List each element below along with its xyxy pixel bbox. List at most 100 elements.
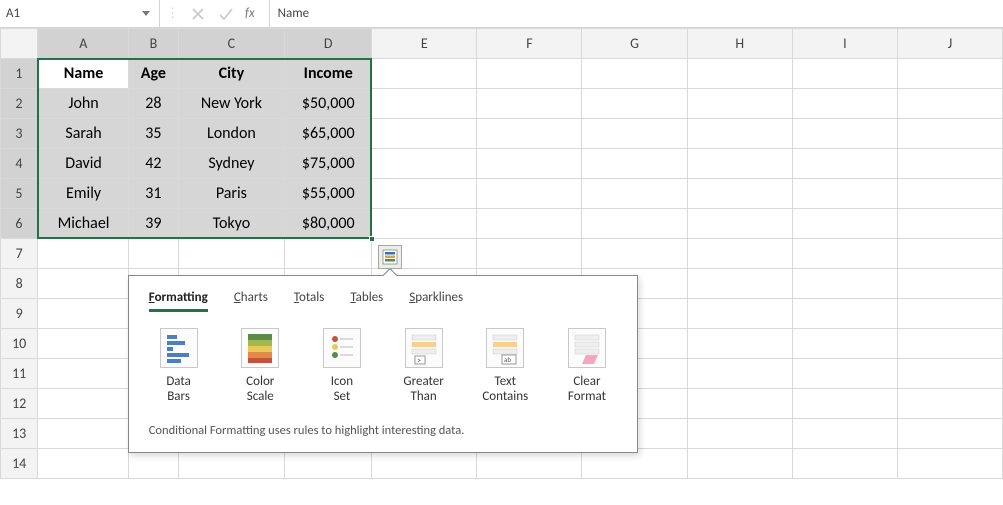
cell-B5[interactable]: 31 [129,179,178,209]
cell-A14[interactable] [38,449,129,479]
cell-A10[interactable] [38,329,129,359]
cell-I11[interactable] [792,359,897,389]
cell-C5[interactable]: Paris [178,179,285,209]
cell-J7[interactable] [897,239,1002,269]
row-header-4[interactable]: 4 [1,149,38,179]
cell-H6[interactable] [687,209,792,239]
cell-F4[interactable] [477,149,582,179]
cell-J3[interactable] [897,119,1002,149]
cell-I4[interactable] [792,149,897,179]
cell-H2[interactable] [687,89,792,119]
cell-F2[interactable] [477,89,582,119]
qa-option-greater-than[interactable]: >GreaterThan [394,328,454,405]
cell-D5[interactable]: $55,000 [285,179,372,209]
cell-D7[interactable] [285,239,372,269]
cell-A8[interactable] [38,269,129,299]
cell-G4[interactable] [582,149,687,179]
cell-H11[interactable] [687,359,792,389]
cell-G7[interactable] [582,239,687,269]
cell-A7[interactable] [38,239,129,269]
column-header-C[interactable]: C [178,29,285,59]
cell-E2[interactable] [372,89,477,119]
qa-option-data-bars[interactable]: DataBars [149,328,209,405]
column-header-B[interactable]: B [129,29,178,59]
cell-J12[interactable] [897,389,1002,419]
row-header-6[interactable]: 6 [1,209,38,239]
row-header-11[interactable]: 11 [1,359,38,389]
cell-B6[interactable]: 39 [129,209,178,239]
cell-B1[interactable]: Age [129,59,178,89]
qa-option-text-contains[interactable]: abTextContains [475,328,535,405]
cell-D1[interactable]: Income [285,59,372,89]
cell-G2[interactable] [582,89,687,119]
name-box[interactable]: A1 [0,0,160,27]
row-header-3[interactable]: 3 [1,119,38,149]
cell-D3[interactable]: $65,000 [285,119,372,149]
column-header-G[interactable]: G [582,29,687,59]
cell-H1[interactable] [687,59,792,89]
cell-F7[interactable] [477,239,582,269]
cell-A1[interactable]: Name [38,59,129,89]
cell-A3[interactable]: Sarah [38,119,129,149]
column-header-A[interactable]: A [38,29,129,59]
cell-I1[interactable] [792,59,897,89]
row-header-1[interactable]: 1 [1,59,38,89]
cell-A2[interactable]: John [38,89,129,119]
cell-J1[interactable] [897,59,1002,89]
cell-J8[interactable] [897,269,1002,299]
cell-I6[interactable] [792,209,897,239]
cell-J4[interactable] [897,149,1002,179]
cell-B4[interactable]: 42 [129,149,178,179]
cell-J13[interactable] [897,419,1002,449]
fx-label[interactable]: fx [245,6,263,21]
cell-F6[interactable] [477,209,582,239]
cell-C3[interactable]: London [178,119,285,149]
cell-C14[interactable] [178,449,285,479]
cell-A6[interactable]: Michael [38,209,129,239]
cell-A4[interactable]: David [38,149,129,179]
cell-B14[interactable] [129,449,178,479]
cell-E4[interactable] [372,149,477,179]
cell-I9[interactable] [792,299,897,329]
cell-C6[interactable]: Tokyo [178,209,285,239]
cell-J14[interactable] [897,449,1002,479]
cell-B3[interactable]: 35 [129,119,178,149]
cell-J5[interactable] [897,179,1002,209]
qa-option-clear-format[interactable]: ClearFormat [557,328,617,405]
row-header-5[interactable]: 5 [1,179,38,209]
cell-A13[interactable] [38,419,129,449]
column-header-J[interactable]: J [897,29,1002,59]
cell-H12[interactable] [687,389,792,419]
row-header-8[interactable]: 8 [1,269,38,299]
cell-E1[interactable] [372,59,477,89]
row-header-2[interactable]: 2 [1,89,38,119]
cell-H10[interactable] [687,329,792,359]
cell-I8[interactable] [792,269,897,299]
quick-analysis-button[interactable] [378,245,402,269]
qa-tab-sparklines[interactable]: Sparklines [409,290,463,312]
cell-H8[interactable] [687,269,792,299]
cell-G1[interactable] [582,59,687,89]
cell-I13[interactable] [792,419,897,449]
cell-H13[interactable] [687,419,792,449]
row-header-13[interactable]: 13 [1,419,38,449]
formula-input[interactable] [269,0,1003,27]
cell-A9[interactable] [38,299,129,329]
column-header-H[interactable]: H [687,29,792,59]
cell-A12[interactable] [38,389,129,419]
cell-D14[interactable] [285,449,372,479]
cell-C1[interactable]: City [178,59,285,89]
cell-J2[interactable] [897,89,1002,119]
select-all-corner[interactable] [1,29,38,59]
cell-C2[interactable]: New York [178,89,285,119]
cell-H14[interactable] [687,449,792,479]
cell-G6[interactable] [582,209,687,239]
cell-I12[interactable] [792,389,897,419]
cell-D6[interactable]: $80,000 [285,209,372,239]
cell-H9[interactable] [687,299,792,329]
qa-tab-charts[interactable]: Charts [234,290,268,312]
cell-E6[interactable] [372,209,477,239]
row-header-7[interactable]: 7 [1,239,38,269]
cell-B2[interactable]: 28 [129,89,178,119]
row-header-14[interactable]: 14 [1,449,38,479]
